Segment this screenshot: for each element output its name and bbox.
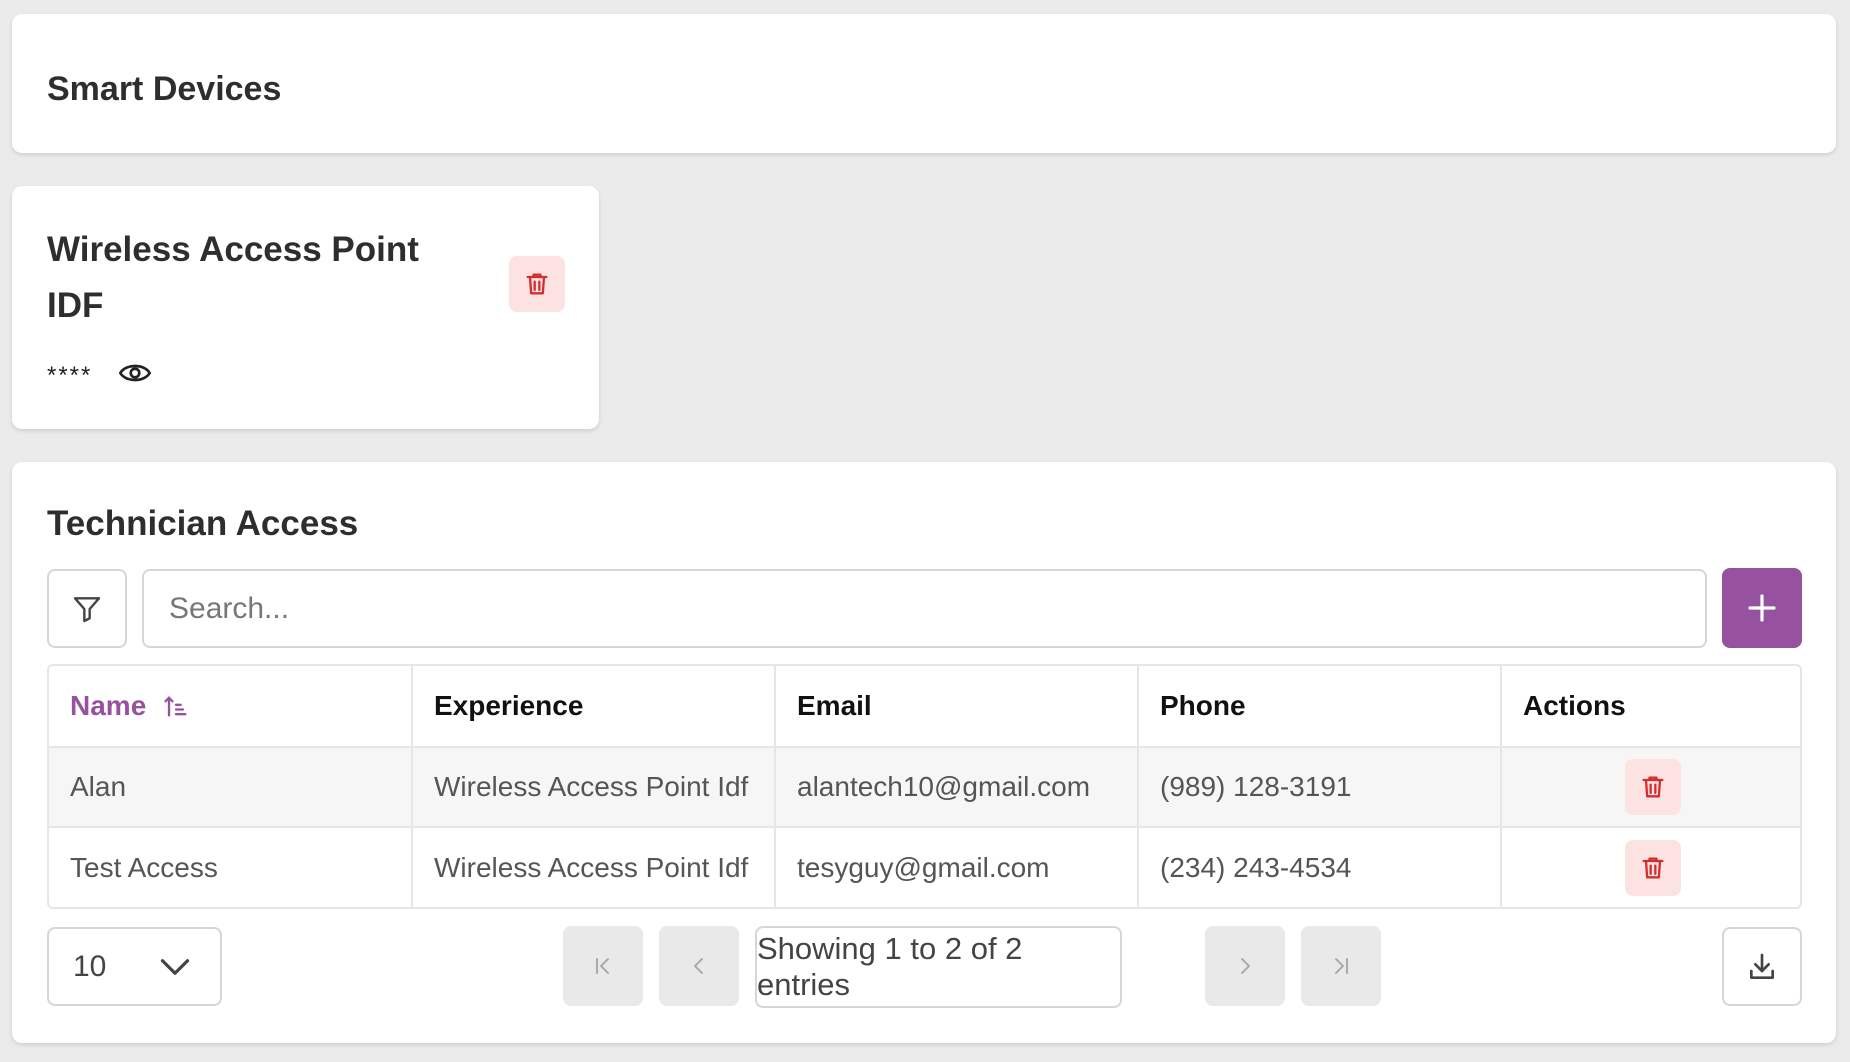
cell-phone: (234) 243-4534	[1138, 827, 1502, 907]
trash-icon	[1642, 857, 1664, 878]
device-card: Wireless Access Point IDF ****	[12, 186, 599, 429]
chevron-left-icon	[694, 958, 703, 974]
filter-icon	[73, 596, 101, 622]
download-button[interactable]	[1722, 927, 1802, 1006]
column-header-actions: Actions	[1501, 666, 1800, 748]
cell-experience: Wireless Access Point Idf	[412, 747, 776, 828]
cell-phone: (989) 128-3191	[1138, 747, 1502, 828]
delete-device-button[interactable]	[509, 256, 565, 312]
search-input[interactable]	[142, 569, 1707, 648]
column-header-email[interactable]: Email	[775, 666, 1139, 748]
reveal-password-button[interactable]	[117, 356, 153, 390]
next-page-button[interactable]	[1205, 926, 1285, 1006]
cell-name: Alan	[49, 747, 413, 828]
device-title: Wireless Access Point IDF	[47, 230, 419, 325]
trash-icon	[526, 273, 548, 295]
add-technician-button[interactable]	[1722, 568, 1802, 648]
previous-page-button[interactable]	[659, 926, 739, 1006]
column-label: Name	[70, 690, 147, 721]
delete-row-button[interactable]	[1625, 759, 1681, 815]
plus-icon	[1748, 594, 1776, 622]
column-header-phone[interactable]: Phone	[1138, 666, 1502, 748]
page-size-select[interactable]: 10	[47, 927, 222, 1006]
filter-button[interactable]	[47, 569, 127, 648]
masked-password: ****	[47, 362, 93, 389]
cell-experience: Wireless Access Point Idf	[412, 827, 776, 907]
first-page-button[interactable]	[563, 926, 643, 1006]
last-page-button[interactable]	[1301, 926, 1381, 1006]
cell-name: Test Access	[49, 827, 413, 907]
cell-email: alantech10@gmail.com	[775, 747, 1139, 828]
cell-email: tesyguy@gmail.com	[775, 827, 1139, 907]
column-label: Actions	[1523, 690, 1626, 721]
chevron-right-icon	[1241, 958, 1250, 974]
download-icon	[1750, 953, 1774, 979]
column-label: Experience	[434, 690, 584, 721]
eye-icon	[119, 364, 151, 382]
chevron-down-icon	[160, 958, 190, 975]
last-page-icon	[1335, 958, 1348, 974]
pagination-info: Showing 1 to 2 of 2 entries	[755, 926, 1122, 1008]
cell-actions	[1501, 747, 1800, 828]
sort-ascending-icon	[164, 695, 187, 717]
first-page-icon	[596, 958, 609, 974]
page-size-value: 10	[73, 949, 107, 983]
table-row[interactable]: Alan Wireless Access Point Idf alantech1…	[49, 747, 1800, 828]
table-row[interactable]: Test Access Wireless Access Point Idf te…	[49, 827, 1800, 907]
column-header-experience[interactable]: Experience	[412, 666, 776, 748]
technician-access-card: Technician Access Name	[12, 462, 1836, 1043]
section-title: Technician Access	[47, 504, 359, 543]
cell-actions	[1501, 827, 1800, 907]
column-label: Email	[797, 690, 872, 721]
column-label: Phone	[1160, 690, 1246, 721]
technician-table: Name Experience Email Phone Actions Alan…	[47, 664, 1802, 909]
page-title: Smart Devices	[47, 70, 282, 108]
column-header-name[interactable]: Name	[49, 666, 413, 748]
delete-row-button[interactable]	[1625, 839, 1681, 896]
trash-icon	[1642, 776, 1664, 798]
table-header-row: Name Experience Email Phone Actions	[49, 666, 1800, 748]
header-card: Smart Devices	[12, 14, 1836, 153]
